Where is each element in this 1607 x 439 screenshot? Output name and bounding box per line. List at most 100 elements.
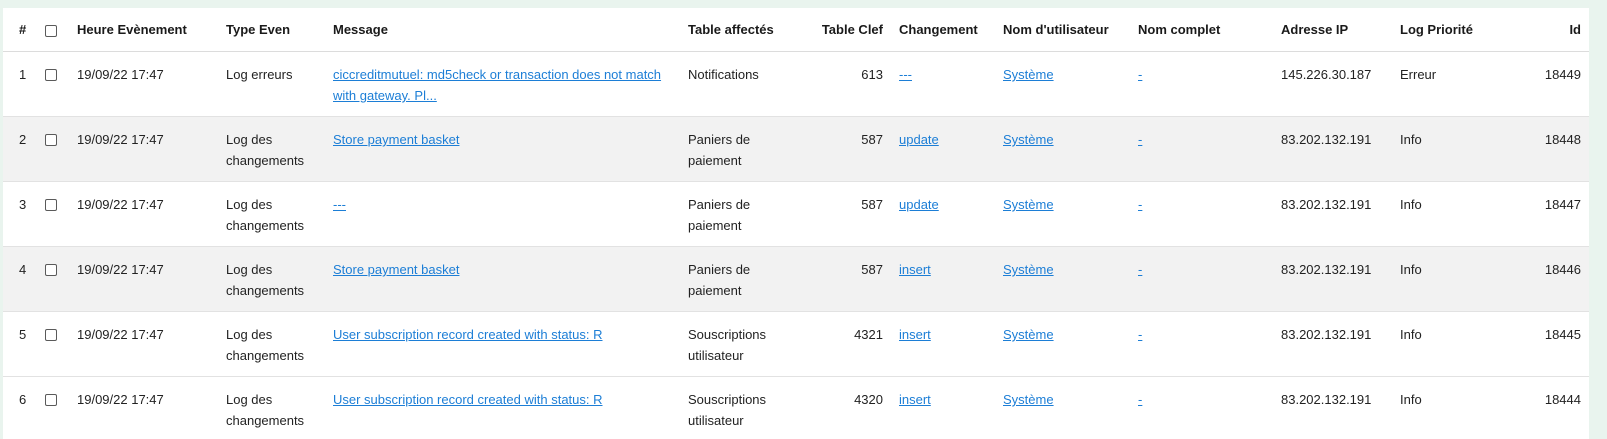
row-ip: 83.202.132.191 [1281,327,1372,342]
header-ip[interactable]: Adresse IP [1273,8,1392,52]
header-select-all [37,8,69,52]
row-priority: Erreur [1400,67,1437,82]
row-key: 587 [861,197,883,212]
row-fullname-link[interactable]: - [1138,392,1142,407]
row-index: 5 [19,327,27,342]
row-fullname-cell: - [1130,247,1273,312]
row-key: 4320 [854,392,883,407]
row-priority: Info [1400,132,1422,147]
row-message-link[interactable]: Store payment basket [333,262,459,277]
row-change-cell: insert [891,312,995,377]
header-id[interactable]: Id [1487,8,1589,52]
table-row: 6 19/09/22 17:47 Log des changements Use… [3,377,1589,437]
row-type: Log des changements [226,392,305,428]
header-datetime[interactable]: Heure Evènement [69,8,218,52]
header-type[interactable]: Type Even [218,8,325,52]
row-index: 6 [19,392,27,407]
row-checkbox[interactable] [45,329,57,341]
row-select-cell [37,377,69,437]
row-message-cell: Store payment basket [325,247,680,312]
row-datetime: 19/09/22 17:47 [77,132,164,147]
row-message-link[interactable]: User subscription record created with st… [333,327,603,342]
header-priority[interactable]: Log Priorité [1392,8,1487,52]
row-datetime: 19/09/22 17:47 [77,262,164,277]
row-username-link[interactable]: Système [1003,262,1054,277]
header-change[interactable]: Changement [891,8,995,52]
row-table: Paniers de paiement [688,132,751,168]
row-change-link[interactable]: --- [899,67,912,82]
row-select-cell [37,312,69,377]
row-fullname-link[interactable]: - [1138,67,1142,82]
row-username-cell: Système [995,52,1130,117]
row-index: 4 [19,262,27,277]
table-row: 2 19/09/22 17:47 Log des changements Sto… [3,116,1589,182]
row-table: Souscriptions utilisateur [688,392,767,428]
row-username-link[interactable]: Système [1003,197,1054,212]
header-key[interactable]: Table Clef [802,8,891,52]
row-fullname-cell: - [1130,52,1273,117]
row-change-link[interactable]: insert [899,392,931,407]
row-id: 18448 [1544,132,1581,147]
row-select-cell [37,117,69,182]
log-table-panel: # Heure Evènement Type Even Message Tabl… [3,8,1589,439]
row-change-link[interactable]: insert [899,262,931,277]
row-fullname-cell: - [1130,312,1273,377]
header-table[interactable]: Table affectés [680,8,802,52]
table-row: 5 19/09/22 17:47 Log des changements Use… [3,312,1589,377]
row-username-link[interactable]: Système [1003,132,1054,147]
row-type: Log des changements [226,132,305,168]
row-select-cell [37,182,69,247]
row-ip: 83.202.132.191 [1281,262,1372,277]
row-message-link[interactable]: User subscription record created with st… [333,392,603,407]
row-checkbox[interactable] [45,394,57,406]
row-checkbox[interactable] [45,264,57,276]
row-key: 4321 [854,327,883,342]
row-username-link[interactable]: Système [1003,67,1054,82]
row-change-link[interactable]: update [899,132,939,147]
row-fullname-link[interactable]: - [1138,132,1142,147]
row-checkbox[interactable] [45,199,57,211]
row-key: 587 [861,132,883,147]
row-key: 587 [861,262,883,277]
row-fullname-link[interactable]: - [1138,262,1142,277]
row-fullname-cell: - [1130,377,1273,437]
row-message-cell: ciccreditmutuel: md5check or transaction… [325,52,680,117]
row-type: Log des changements [226,262,305,298]
table-row: 3 19/09/22 17:47 Log des changements ---… [3,182,1589,247]
row-fullname-link[interactable]: - [1138,327,1142,342]
row-change-cell: --- [891,52,995,117]
row-priority: Info [1400,197,1422,212]
row-username-link[interactable]: Système [1003,392,1054,407]
row-username-cell: Système [995,312,1130,377]
row-datetime: 19/09/22 17:47 [77,197,164,212]
row-message-link[interactable]: --- [333,197,346,212]
row-id: 18444 [1544,392,1581,407]
row-fullname-cell: - [1130,117,1273,182]
row-table: Paniers de paiement [688,262,751,298]
row-change-link[interactable]: update [899,197,939,212]
row-ip: 83.202.132.191 [1281,132,1372,147]
header-fullname[interactable]: Nom complet [1130,8,1273,52]
row-change-cell: insert [891,247,995,312]
row-index: 3 [19,197,27,212]
row-message-cell: User subscription record created with st… [325,377,680,437]
page: # Heure Evènement Type Even Message Tabl… [0,0,1607,439]
table-body: 1 19/09/22 17:47 Log erreurs ciccreditmu… [3,52,1589,437]
row-message-link[interactable]: ciccreditmutuel: md5check or transaction… [333,67,661,103]
row-fullname-cell: - [1130,182,1273,247]
row-change-link[interactable]: insert [899,327,931,342]
row-fullname-link[interactable]: - [1138,197,1142,212]
row-checkbox[interactable] [45,134,57,146]
row-id: 18446 [1544,262,1581,277]
row-id: 18447 [1544,197,1581,212]
row-change-cell: update [891,117,995,182]
header-message[interactable]: Message [325,8,680,52]
row-message-link[interactable]: Store payment basket [333,132,459,147]
row-id: 18449 [1544,67,1581,82]
row-username-link[interactable]: Système [1003,327,1054,342]
row-checkbox[interactable] [45,69,57,81]
select-all-checkbox[interactable] [45,25,57,38]
row-priority: Info [1400,327,1422,342]
header-username[interactable]: Nom d'utilisateur [995,8,1130,52]
row-ip: 145.226.30.187 [1281,67,1372,82]
